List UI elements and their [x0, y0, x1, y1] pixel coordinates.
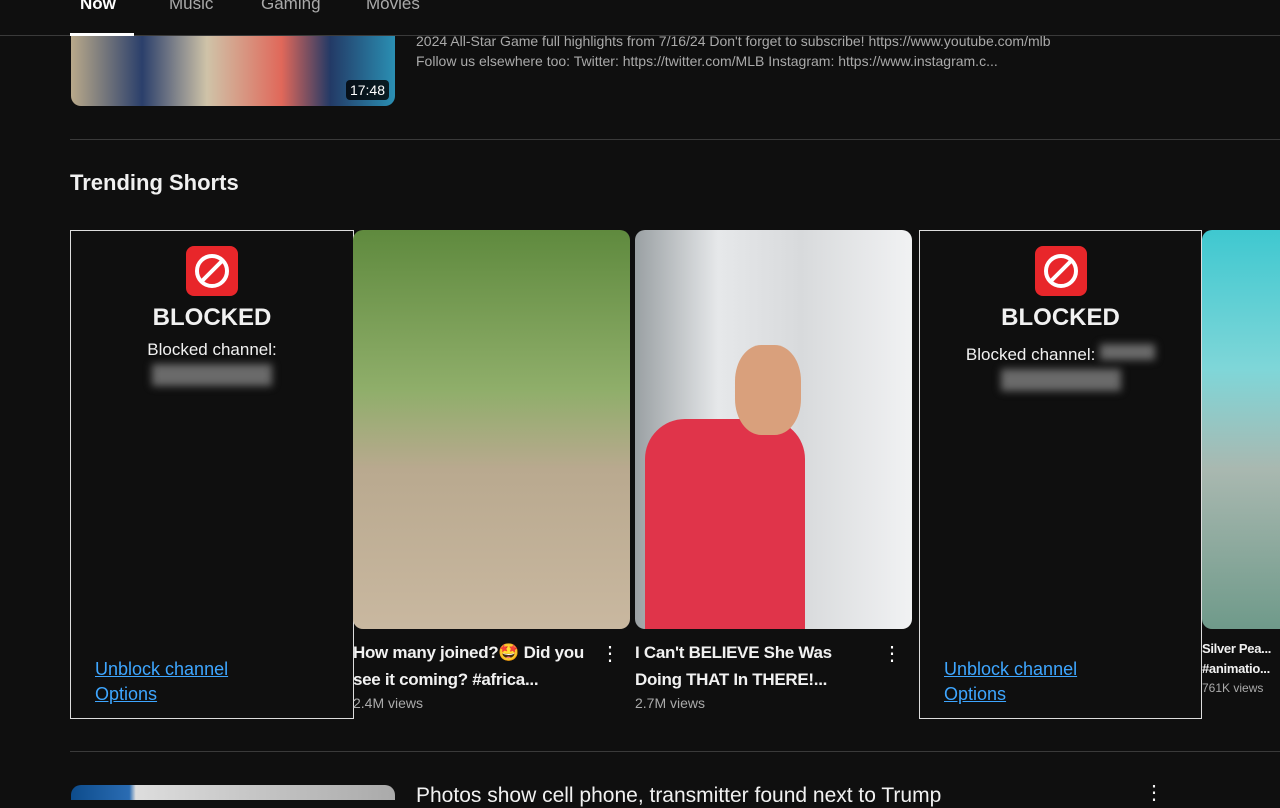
short-title[interactable]: How many joined?🤩 Did you see it coming?… [353, 639, 598, 693]
tab-now[interactable]: Now [80, 0, 116, 14]
short-thumbnail[interactable] [635, 230, 912, 629]
short-views: 2.7M views [635, 695, 912, 711]
blurred-channel-name [1001, 369, 1121, 391]
short-card[interactable]: I Can't BELIEVE She Was Doing THAT In TH… [635, 230, 912, 711]
divider [70, 751, 1280, 752]
tab-music[interactable]: Music [169, 0, 213, 14]
more-options-icon[interactable]: ⋮ [1144, 780, 1164, 805]
video-duration: 17:48 [346, 80, 389, 100]
tab-movies[interactable]: Movies [366, 0, 420, 14]
blocked-icon [1035, 246, 1087, 296]
unblock-channel-link[interactable]: Unblock channel [95, 657, 228, 682]
short-thumbnail[interactable] [353, 230, 630, 629]
options-link[interactable]: Options [944, 682, 1077, 707]
blocked-channel-label: Blocked channel: [920, 340, 1201, 365]
short-title[interactable]: Silver Pea... #animatio... [1202, 639, 1280, 679]
short-thumbnail[interactable] [1202, 230, 1280, 629]
video-description: 2024 All-Star Game full highlights from … [416, 31, 1176, 71]
short-title[interactable]: I Can't BELIEVE She Was Doing THAT In TH… [635, 639, 880, 693]
short-views: 2.4M views [353, 695, 630, 711]
blocked-title: BLOCKED [71, 304, 353, 332]
more-options-icon[interactable]: ⋮ [882, 641, 902, 666]
divider [70, 139, 1280, 140]
unblock-channel-link[interactable]: Unblock channel [944, 657, 1077, 682]
short-views: 761K views [1202, 681, 1280, 695]
blocked-short-card: BLOCKED Blocked channel: Unblock channel… [70, 230, 354, 719]
blocked-title: BLOCKED [920, 304, 1201, 332]
video-thumbnail[interactable] [71, 785, 395, 800]
category-tabs: Now Music Gaming Movies [0, 0, 1280, 36]
active-tab-underline [70, 33, 134, 36]
video-title[interactable]: Photos show cell phone, transmitter foun… [416, 784, 941, 808]
blurred-channel-name [152, 364, 272, 386]
short-card[interactable]: How many joined?🤩 Did you see it coming?… [353, 230, 630, 711]
short-card[interactable]: Silver Pea... #animatio... 761K views [1202, 230, 1280, 695]
more-options-icon[interactable]: ⋮ [600, 641, 620, 666]
description-line: Follow us elsewhere too: Twitter: https:… [416, 51, 1176, 71]
blocked-icon [186, 246, 238, 296]
blocked-channel-label: Blocked channel: [71, 340, 353, 360]
tab-gaming[interactable]: Gaming [261, 0, 321, 14]
blurred-channel-name [1100, 344, 1155, 360]
section-title: Trending Shorts [70, 170, 239, 196]
blocked-channel-label-text: Blocked channel: [966, 345, 1095, 364]
blocked-short-card: BLOCKED Blocked channel: Unblock channel… [919, 230, 1202, 719]
options-link[interactable]: Options [95, 682, 228, 707]
